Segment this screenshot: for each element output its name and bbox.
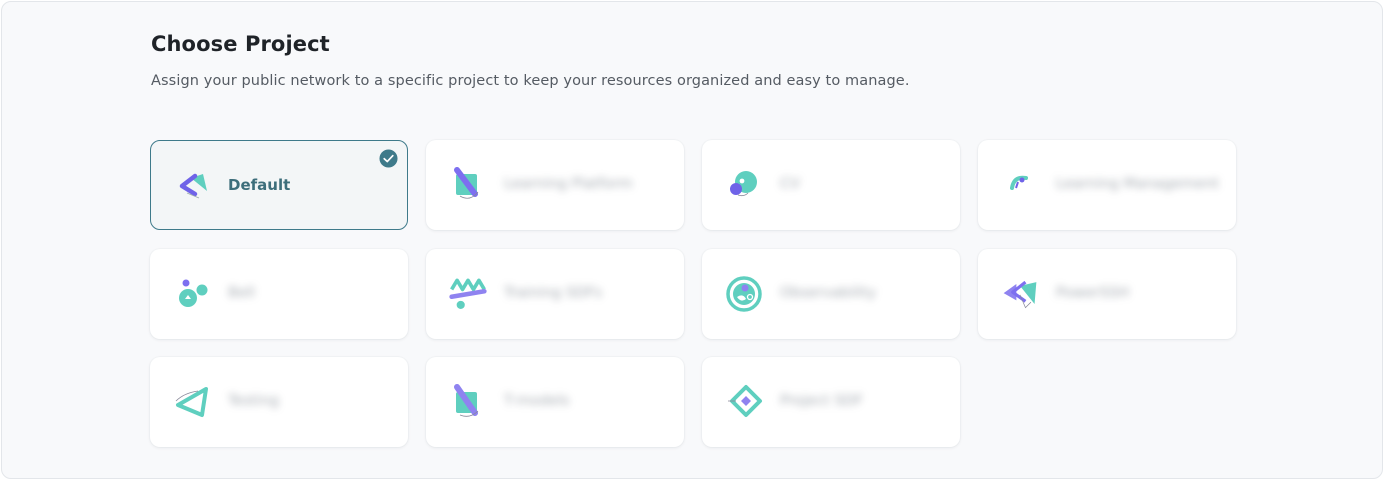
page-title: Choose Project bbox=[151, 32, 330, 56]
ring-icon bbox=[726, 276, 762, 312]
arrow-shapes-icon bbox=[179, 173, 207, 199]
project-card-training-sdfs[interactable]: Training SDFs bbox=[426, 249, 684, 339]
check-circle-icon bbox=[379, 149, 398, 168]
project-card-powerssh[interactable]: PowerSSH bbox=[978, 249, 1236, 339]
project-card-label: Observability bbox=[780, 285, 877, 301]
small-shape-icon bbox=[1010, 175, 1028, 190]
diamond-icon bbox=[728, 385, 762, 417]
project-card-learning-management[interactable]: Learning Management bbox=[978, 140, 1236, 230]
choose-project-panel: Choose Project Assign your public networ… bbox=[1, 1, 1383, 479]
project-card-cv[interactable]: CV bbox=[702, 140, 960, 230]
project-card-observability[interactable]: Observability bbox=[702, 249, 960, 339]
project-card-label: PowerSSH bbox=[1056, 285, 1130, 301]
project-card-learning-platform[interactable]: Learning Platform bbox=[426, 140, 684, 230]
project-card-label: Default bbox=[228, 176, 291, 194]
project-card-label: Learning Management bbox=[1056, 176, 1220, 192]
square-slash-icon bbox=[454, 384, 479, 417]
zigzag-icon bbox=[449, 278, 487, 309]
page-subtitle: Assign your public network to a specific… bbox=[151, 73, 910, 89]
project-card-label: T-models bbox=[504, 393, 570, 409]
project-card-t-models[interactable]: T-models bbox=[426, 357, 684, 447]
project-card-label: CV bbox=[780, 176, 801, 192]
project-card-default[interactable]: Default bbox=[150, 140, 408, 230]
project-card-label: Training SDFs bbox=[504, 285, 603, 301]
project-card-label: Testing bbox=[228, 393, 279, 409]
project-card-label: Project SDF bbox=[780, 393, 863, 409]
project-card-bell[interactable]: Bell bbox=[150, 249, 408, 339]
project-card-project-sdf[interactable]: Project SDF bbox=[702, 357, 960, 447]
circles-icon bbox=[730, 171, 757, 197]
double-arrow-icon bbox=[1003, 280, 1037, 309]
project-card-label: Bell bbox=[228, 285, 255, 301]
project-card-label: Learning Platform bbox=[504, 176, 633, 192]
triangle-icon bbox=[175, 387, 208, 417]
bubbles-icon bbox=[179, 279, 208, 307]
project-card-testing[interactable]: Testing bbox=[150, 357, 408, 447]
square-slash-icon bbox=[454, 167, 479, 199]
